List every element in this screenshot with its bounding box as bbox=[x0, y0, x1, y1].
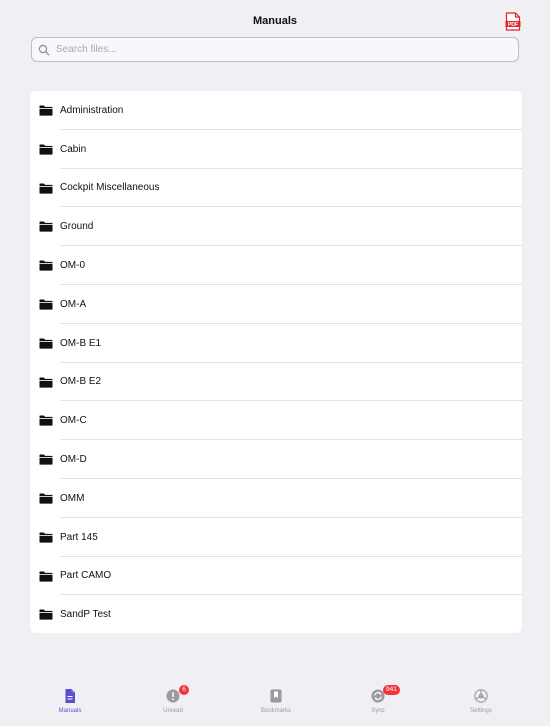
folder-label: OMM bbox=[60, 492, 85, 504]
folder-label: Part 145 bbox=[60, 531, 98, 543]
unread-badge: 6 bbox=[179, 685, 189, 695]
folder-icon bbox=[39, 493, 53, 504]
folder-item-cabin[interactable]: Cabin bbox=[30, 130, 522, 169]
folder-item-om-a[interactable]: OM-A bbox=[30, 285, 522, 324]
folder-item-cockpit-miscellaneous[interactable]: Cockpit Miscellaneous bbox=[30, 169, 522, 208]
folder-item-om-0[interactable]: OM-0 bbox=[30, 246, 522, 285]
folder-label: Part CAMO bbox=[60, 570, 112, 582]
folder-icon bbox=[39, 571, 53, 582]
gear-icon bbox=[474, 689, 488, 703]
search-bar[interactable] bbox=[31, 37, 519, 62]
folder-label: Administration bbox=[60, 104, 124, 116]
tab-label: Unread bbox=[163, 708, 183, 714]
header: Manuals PDF bbox=[0, 0, 550, 40]
tab-label: Manuals bbox=[58, 708, 82, 714]
folder-icon bbox=[39, 299, 53, 310]
folder-icon bbox=[39, 609, 53, 620]
folder-label: Cockpit Miscellaneous bbox=[60, 182, 160, 194]
folder-icon bbox=[39, 415, 53, 426]
folder-item-part-camo[interactable]: Part CAMO bbox=[30, 557, 522, 596]
folder-item-om-b-e2[interactable]: OM-B E2 bbox=[30, 363, 522, 402]
search-input[interactable] bbox=[56, 40, 496, 59]
folder-icon bbox=[39, 377, 53, 388]
folder-icon bbox=[39, 221, 53, 232]
folder-item-ground[interactable]: Ground bbox=[30, 207, 522, 247]
folder-icon bbox=[39, 454, 53, 465]
folder-icon bbox=[39, 183, 53, 194]
document-icon bbox=[65, 689, 75, 703]
folder-label: OM-D bbox=[60, 454, 87, 466]
folder-label: Cabin bbox=[60, 143, 87, 155]
folder-label: SandP Test bbox=[60, 609, 111, 621]
page-title: Manuals bbox=[252, 15, 297, 27]
tab-label: Settings bbox=[470, 708, 492, 714]
folder-item-part-145[interactable]: Part 145 bbox=[30, 518, 522, 557]
sync-badge: 941 bbox=[383, 685, 400, 695]
folder-label: OM-A bbox=[60, 298, 87, 310]
folder-icon bbox=[39, 338, 53, 349]
pdf-icon-label: PDF bbox=[508, 22, 518, 28]
folder-icon bbox=[39, 532, 53, 543]
folder-icon bbox=[39, 144, 53, 155]
folder-label: Ground bbox=[60, 221, 94, 233]
folder-list: Administration Cabin Cockpit Miscellaneo… bbox=[30, 91, 522, 633]
folder-label: OM-0 bbox=[60, 260, 85, 272]
tab-label: Bookmarks bbox=[260, 708, 291, 714]
folder-item-sandp-test[interactable]: SandP Test bbox=[30, 595, 522, 633]
tab-label: Sync bbox=[371, 708, 385, 714]
tab-sync[interactable]: 941 Sync bbox=[348, 685, 408, 722]
folder-item-omm[interactable]: OMM bbox=[30, 479, 522, 518]
folder-label: OM-B E1 bbox=[60, 337, 102, 349]
folder-item-administration[interactable]: Administration bbox=[30, 91, 522, 130]
tab-unread[interactable]: 6 Unread bbox=[143, 685, 203, 722]
tab-manuals[interactable]: Manuals bbox=[40, 686, 100, 722]
search-icon bbox=[38, 44, 50, 56]
tab-bookmarks[interactable]: Bookmarks bbox=[246, 686, 306, 722]
pdf-icon: PDF bbox=[505, 12, 521, 31]
folder-label: OM-B E2 bbox=[60, 376, 102, 388]
folder-label: OM-C bbox=[60, 415, 87, 427]
tab-settings[interactable]: Settings bbox=[451, 686, 511, 722]
folder-item-om-b-e1[interactable]: OM-B E1 bbox=[30, 324, 522, 363]
folder-icon bbox=[39, 260, 53, 271]
pdf-button[interactable]: PDF bbox=[505, 12, 521, 31]
bookmark-icon bbox=[270, 689, 282, 703]
folder-icon bbox=[39, 105, 53, 116]
folder-item-om-c[interactable]: OM-C bbox=[30, 401, 522, 441]
tab-bar: Manuals 6 Unread Bookmarks 941 Sync Sett… bbox=[0, 678, 550, 726]
folder-item-om-d[interactable]: OM-D bbox=[30, 440, 522, 479]
